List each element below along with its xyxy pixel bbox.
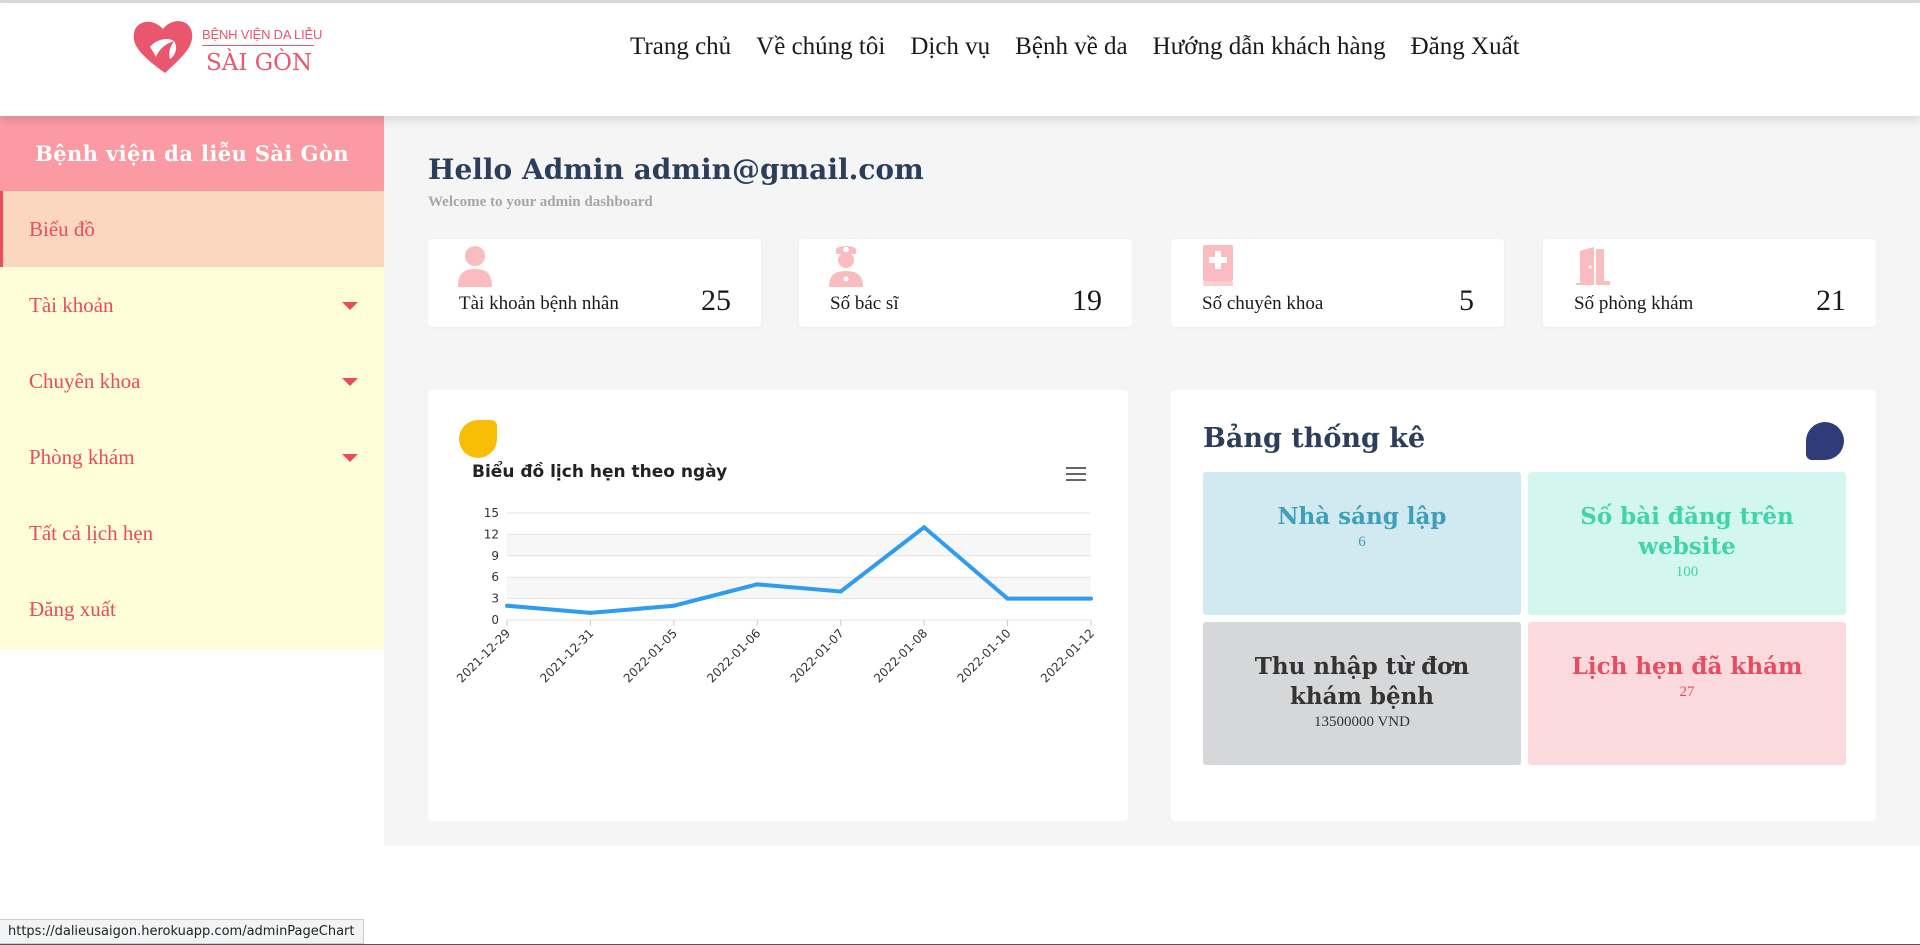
data-point: [838, 589, 843, 594]
x-tick-label: 2022-01-05: [621, 626, 680, 685]
sidebar-title: Bệnh viện da liễu Sài Gòn: [0, 116, 384, 191]
y-tick-label: 6: [491, 570, 499, 584]
tile-value: 13500000 VND: [1314, 714, 1410, 730]
stat-card-patients: Tài khoản bệnh nhân 25: [428, 239, 761, 327]
x-tick-label: 2022-01-12: [1038, 626, 1097, 685]
data-point: [1089, 596, 1093, 601]
sidebar-item-specialties[interactable]: Chuyên khoa: [0, 343, 384, 419]
nav-customer-guide[interactable]: Hướng dẫn khách hàng: [1153, 33, 1386, 61]
y-tick-label: 12: [484, 527, 499, 541]
y-tick-label: 9: [491, 549, 499, 563]
stat-value: 25: [701, 284, 731, 317]
stat-card-doctors: Số bác sĩ 19: [799, 239, 1132, 327]
doctor-icon: [829, 246, 863, 287]
admin-sidebar: Bệnh viện da liễu Sài Gòn Biểu đồ Tài kh…: [0, 116, 384, 649]
tile-value: 100: [1675, 564, 1699, 580]
sidebar-item-label: Tài khoản: [29, 292, 114, 317]
stat-label: Số chuyên khoa: [1202, 293, 1324, 314]
site-header: BỆNH VIỆN DA LIỄU SÀI GÒN Trang chủ Về c…: [0, 3, 1920, 116]
stat-label: Số bác sĩ: [830, 293, 899, 314]
stat-tile-revenue: Thu nhập từ đơn khám bệnh 13500000 VND: [1203, 622, 1521, 765]
stat-label: Tài khoản bệnh nhân: [459, 293, 619, 314]
dashboard-main: Hello Admin admin@gmail.com Welcome to y…: [384, 116, 1920, 846]
y-tick-label: 0: [491, 613, 499, 627]
tile-value: 27: [1679, 684, 1695, 700]
logo-text-main: SÀI GÒN: [206, 50, 313, 76]
sidebar-item-label: Chuyên khoa: [29, 368, 141, 393]
browser-status-url: https://dalieusaigon.herokuapp.com/admin…: [0, 919, 364, 944]
data-point: [1005, 596, 1010, 601]
page-title: Hello Admin admin@gmail.com: [428, 153, 924, 186]
stat-tile-founders: Nhà sáng lập 6: [1203, 472, 1521, 615]
heart-logo-icon: [133, 21, 193, 73]
tile-label: Số bài đăng trên website: [1580, 503, 1794, 560]
sidebar-item-label: Đăng xuất: [29, 596, 116, 621]
stat-value: 21: [1816, 284, 1846, 317]
hospital-logo[interactable]: BỆNH VIỆN DA LIỄU SÀI GÒN: [130, 17, 330, 77]
stat-value: 19: [1072, 284, 1102, 317]
logo-text-top: BỆNH VIỆN DA LIỄU: [202, 27, 323, 42]
user-icon: [458, 246, 492, 287]
door-open-icon: [1576, 247, 1610, 285]
chart-title: Biểu đồ lịch hẹn theo ngày: [472, 462, 728, 482]
page-subtitle: Welcome to your admin dashboard: [428, 194, 653, 210]
y-tick-label: 3: [491, 592, 499, 606]
stat-label: Số phòng khám: [1574, 293, 1694, 314]
tile-value: 6: [1358, 534, 1366, 550]
x-tick-label: 2022-01-10: [954, 626, 1013, 685]
data-point: [588, 610, 593, 615]
x-tick-label: 2022-01-06: [704, 626, 763, 685]
medical-book-icon: [1203, 245, 1233, 286]
stats-title: Bảng thống kê: [1203, 423, 1426, 454]
nav-about[interactable]: Về chúng tôi: [756, 33, 885, 61]
caret-down-icon: [342, 302, 358, 310]
x-tick-label: 2022-01-08: [871, 626, 930, 685]
sidebar-item-label: Biểu đồ: [29, 216, 95, 241]
x-tick-label: 2021-12-31: [537, 626, 596, 685]
decor-blob-icon: [1806, 422, 1844, 460]
nav-logout[interactable]: Đăng Xuất: [1411, 33, 1520, 61]
stat-value: 5: [1459, 284, 1474, 317]
tile-label: Lịch hẹn đã khám: [1571, 653, 1803, 680]
nav-services[interactable]: Dịch vụ: [910, 33, 990, 61]
grid-band: [507, 534, 1091, 556]
sidebar-item-label: Phòng khám: [29, 444, 135, 469]
x-tick-label: 2021-12-29: [454, 626, 513, 685]
stat-card-clinics: Số phòng khám 21: [1543, 239, 1876, 327]
sidebar-item-appointments[interactable]: Tất cả lịch hẹn: [0, 495, 384, 571]
sidebar-item-clinics[interactable]: Phòng khám: [0, 419, 384, 495]
stat-tile-completed-appointments: Lịch hẹn đã khám 27: [1528, 622, 1846, 765]
stat-tile-posts: Số bài đăng trên website 100: [1528, 472, 1846, 615]
tile-label: Nhà sáng lập: [1277, 503, 1447, 530]
data-point: [671, 603, 676, 608]
y-tick-label: 15: [484, 506, 499, 520]
tile-label: Thu nhập từ đơn khám bệnh: [1254, 653, 1470, 710]
nav-home[interactable]: Trang chủ: [630, 33, 731, 61]
data-point: [922, 525, 927, 530]
sidebar-item-chart[interactable]: Biểu đồ: [0, 191, 384, 267]
caret-down-icon: [342, 378, 358, 386]
data-point: [755, 582, 760, 587]
stat-card-specialties: Số chuyên khoa 5: [1171, 239, 1504, 327]
line-chart: 0 3 6 9 12 15 2021-12-29 2021-12-31 2022-01-05 20…: [454, 506, 1097, 685]
sidebar-item-logout[interactable]: Đăng xuất: [0, 571, 384, 647]
statistics-card: Bảng thống kê Nhà sáng lập 6 Số bài đăng…: [1171, 390, 1876, 821]
sidebar-item-label: Tất cả lịch hẹn: [29, 520, 154, 545]
sidebar-item-accounts[interactable]: Tài khoản: [0, 267, 384, 343]
main-nav: Trang chủ Về chúng tôi Dịch vụ Bệnh về d…: [630, 33, 1545, 61]
caret-down-icon: [342, 454, 358, 462]
data-point: [505, 603, 509, 608]
nav-skin-diseases[interactable]: Bệnh về da: [1015, 33, 1127, 61]
decor-blob-icon: [459, 420, 497, 458]
x-tick-label: 2022-01-07: [788, 626, 847, 685]
logo-divider: [202, 45, 314, 46]
chart-menu-icon[interactable]: [1066, 467, 1086, 485]
appointments-chart-card: Biểu đồ lịch hẹn theo ngày 0 3 6 9 12 15 2021-…: [428, 390, 1128, 821]
